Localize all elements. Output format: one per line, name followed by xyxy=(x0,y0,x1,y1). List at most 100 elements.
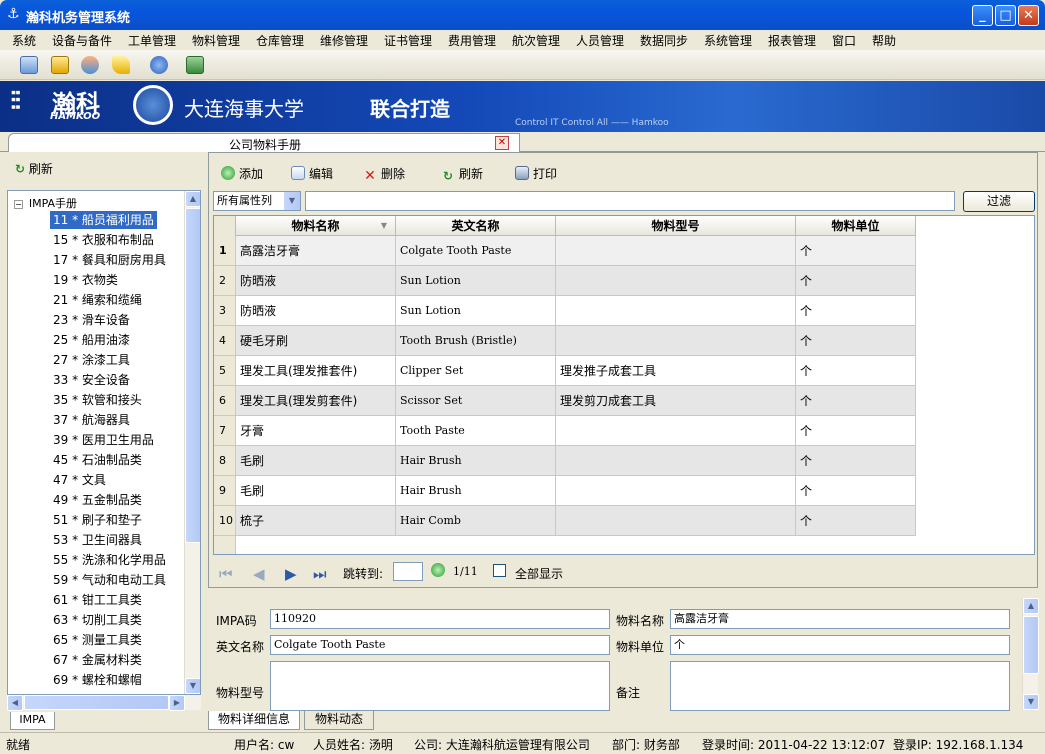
add-button[interactable]: 添加 xyxy=(221,165,263,182)
menu-workorder[interactable]: 工单管理 xyxy=(128,32,176,49)
cell-name[interactable]: 硬毛牙刷 xyxy=(236,326,396,356)
cell-en[interactable]: Sun Lotion xyxy=(396,296,556,326)
cell-en[interactable]: Tooth Brush (Bristle) xyxy=(396,326,556,356)
filter-button[interactable]: 过滤 xyxy=(963,191,1035,212)
table-row[interactable]: 7 牙膏 Tooth Paste 个 xyxy=(214,416,916,446)
cell-unit[interactable]: 个 xyxy=(796,476,916,506)
cell-unit[interactable]: 个 xyxy=(796,416,916,446)
table-row[interactable]: 3 防晒液 Sun Lotion 个 xyxy=(214,296,916,326)
help-icon[interactable] xyxy=(150,56,168,74)
tab-impa[interactable]: IMPA xyxy=(10,712,55,730)
refresh-button[interactable]: ↻ 刷新 xyxy=(441,165,483,183)
menu-help[interactable]: 帮助 xyxy=(872,32,896,49)
table-row[interactable]: 8 毛刷 Hair Brush 个 xyxy=(214,446,916,476)
edit-button[interactable]: 编辑 xyxy=(291,165,333,182)
tree-horizontal-scrollbar[interactable]: ◀ ▶ xyxy=(7,695,201,711)
scroll-left-icon[interactable]: ◀ xyxy=(7,695,23,711)
cell-no[interactable]: 1 xyxy=(214,236,236,266)
tree-item[interactable]: 17 * 餐具和厨房用具 xyxy=(50,251,169,269)
tree-item[interactable]: 47 * 文具 xyxy=(50,471,109,489)
cell-en[interactable]: Sun Lotion xyxy=(396,266,556,296)
last-page-icon[interactable]: ⏭ xyxy=(313,565,327,583)
delete-button[interactable]: ✕ 删除 xyxy=(363,165,405,183)
tab-material-detail[interactable]: 物料详细信息 xyxy=(208,711,300,730)
cell-name[interactable]: 理发工具(理发剪套件) xyxy=(236,386,396,416)
cell-unit[interactable]: 个 xyxy=(796,296,916,326)
exit-icon[interactable] xyxy=(186,56,204,74)
unit-field[interactable]: 个 xyxy=(670,635,1010,655)
detail-scroll-down-icon[interactable]: ▼ xyxy=(1023,694,1039,710)
cell-en[interactable]: Scissor Set xyxy=(396,386,556,416)
cell-no[interactable]: 10 xyxy=(214,506,236,536)
tree-item[interactable]: 65 * 测量工具类 xyxy=(50,631,145,649)
cell-unit[interactable]: 个 xyxy=(796,386,916,416)
tree-item[interactable]: 39 * 医用卫生用品 xyxy=(50,431,157,449)
tree-item[interactable]: 33 * 安全设备 xyxy=(50,371,133,389)
tree-item[interactable]: 59 * 气动和电动工具 xyxy=(50,571,169,589)
cell-name[interactable]: 毛刷 xyxy=(236,446,396,476)
cell-unit[interactable]: 个 xyxy=(796,446,916,476)
cell-model[interactable] xyxy=(556,446,796,476)
table-row[interactable]: 4 硬毛牙刷 Tooth Brush (Bristle) 个 xyxy=(214,326,916,356)
minimize-button[interactable]: _ xyxy=(972,5,993,26)
cell-model[interactable] xyxy=(556,416,796,446)
hscroll-thumb[interactable] xyxy=(24,695,169,710)
cell-model[interactable]: 理发推子成套工具 xyxy=(556,356,796,386)
tree-item[interactable]: 19 * 衣物类 xyxy=(50,271,121,289)
scroll-right-icon[interactable]: ▶ xyxy=(169,695,185,711)
tree-item[interactable]: 37 * 航海器具 xyxy=(50,411,133,429)
cell-en[interactable]: Tooth Paste xyxy=(396,416,556,446)
menu-warehouse[interactable]: 仓库管理 xyxy=(256,32,304,49)
tree-item[interactable]: 45 * 石油制品类 xyxy=(50,451,145,469)
table-row[interactable]: 1 高露洁牙膏 Colgate Tooth Paste 个 xyxy=(214,236,916,266)
scroll-up-icon[interactable]: ▲ xyxy=(185,191,200,207)
table-row[interactable]: 6 理发工具(理发剪套件) Scissor Set 理发剪刀成套工具个 xyxy=(214,386,916,416)
menu-report[interactable]: 报表管理 xyxy=(768,32,816,49)
table-row[interactable]: 2 防晒液 Sun Lotion 个 xyxy=(214,266,916,296)
tree-item[interactable]: 55 * 洗涤和化学用品 xyxy=(50,551,169,569)
cell-name[interactable]: 梳子 xyxy=(236,506,396,536)
tree-item[interactable]: 15 * 衣服和布制品 xyxy=(50,231,157,249)
tree-item[interactable]: 35 * 软管和接头 xyxy=(50,391,145,409)
menu-window[interactable]: 窗口 xyxy=(832,32,856,49)
menu-certificate[interactable]: 证书管理 xyxy=(384,32,432,49)
remark-field[interactable] xyxy=(670,661,1010,711)
print-button[interactable]: 打印 xyxy=(515,165,557,182)
detail-scroll-thumb[interactable] xyxy=(1023,616,1039,674)
table-row[interactable]: 9 毛刷 Hair Brush 个 xyxy=(214,476,916,506)
table-row[interactable]: 10 梳子 Hair Comb 个 xyxy=(214,506,916,536)
users-icon[interactable] xyxy=(81,56,99,74)
tree-vertical-scrollbar[interactable]: ▲ ▼ xyxy=(184,191,200,694)
show-all-checkbox[interactable] xyxy=(493,564,506,577)
cell-name[interactable]: 防晒液 xyxy=(236,266,396,296)
cell-model[interactable]: 理发剪刀成套工具 xyxy=(556,386,796,416)
menu-equipment[interactable]: 设备与备件 xyxy=(52,32,112,49)
tree-item[interactable]: 53 * 卫生间器具 xyxy=(50,531,145,549)
tree-item[interactable]: 69 * 螺栓和螺帽 xyxy=(50,671,145,689)
english-name-field[interactable]: Colgate Tooth Paste xyxy=(270,635,610,655)
menu-expense[interactable]: 费用管理 xyxy=(448,32,496,49)
tree-item[interactable]: 49 * 五金制品类 xyxy=(50,491,145,509)
scroll-down-icon[interactable]: ▼ xyxy=(185,678,200,694)
tree-item[interactable]: 51 * 刷子和垫子 xyxy=(50,511,145,529)
cell-en[interactable]: Clipper Set xyxy=(396,356,556,386)
cell-no[interactable]: 9 xyxy=(214,476,236,506)
detail-scroll-up-icon[interactable]: ▲ xyxy=(1023,598,1039,614)
first-page-icon[interactable]: ⏮ xyxy=(219,565,233,583)
tree-item[interactable]: 25 * 船用油漆 xyxy=(50,331,133,349)
menu-voyage[interactable]: 航次管理 xyxy=(512,32,560,49)
cell-unit[interactable]: 个 xyxy=(796,236,916,266)
menu-datasync[interactable]: 数据同步 xyxy=(640,32,688,49)
menu-sysadmin[interactable]: 系统管理 xyxy=(704,32,752,49)
col-material-name[interactable]: 物料名称 ▼ xyxy=(236,216,396,236)
close-button[interactable]: ✕ xyxy=(1018,5,1039,26)
tab-material-activity[interactable]: 物料动态 xyxy=(304,711,374,730)
column-select[interactable]: 所有属性列 ▼ xyxy=(213,191,301,211)
cell-unit[interactable]: 个 xyxy=(796,506,916,536)
cell-no[interactable]: 2 xyxy=(214,266,236,296)
tree-item[interactable]: 63 * 切削工具类 xyxy=(50,611,145,629)
next-page-icon[interactable]: ▶ xyxy=(285,565,297,583)
cell-unit[interactable]: 个 xyxy=(796,356,916,386)
col-material-unit[interactable]: 物料单位 xyxy=(796,216,916,236)
cell-model[interactable] xyxy=(556,326,796,356)
